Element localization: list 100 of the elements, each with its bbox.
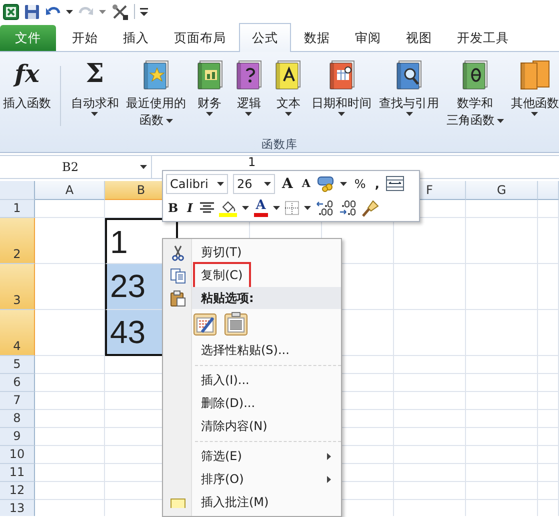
paste-values-icon[interactable] (224, 312, 248, 336)
table-cell[interactable] (394, 464, 466, 482)
ribbon-button[interactable]: 查找与引用 (379, 56, 440, 133)
table-cell[interactable] (538, 428, 559, 446)
caret-icon[interactable] (272, 206, 280, 210)
ribbon-tab[interactable]: 开始 (60, 25, 110, 51)
row-header[interactable]: 2 (0, 218, 35, 264)
table-cell[interactable] (466, 356, 538, 374)
menu-item[interactable]: 排序(O) (163, 468, 341, 491)
ribbon-tab[interactable]: 开发工具 (445, 25, 521, 51)
ribbon-button[interactable]: 日期和时间 (312, 56, 372, 133)
align-center-icon[interactable] (200, 202, 214, 214)
ribbon-tab[interactable]: 视图 (394, 25, 444, 51)
ribbon-button[interactable]: 逻辑 (232, 56, 265, 133)
table-cell[interactable] (466, 482, 538, 500)
row-header[interactable]: 3 (0, 264, 35, 310)
table-cell[interactable] (394, 410, 466, 428)
ribbon-button[interactable]: Σ 自动求和 (70, 56, 119, 133)
row-header[interactable]: 5 (0, 356, 35, 374)
table-cell[interactable] (394, 264, 466, 310)
ribbon-button[interactable]: 财务 (194, 56, 226, 133)
row-header[interactable]: 7 (0, 392, 35, 410)
ribbon-tab[interactable]: 插入 (111, 25, 161, 51)
row-header[interactable]: 9 (0, 428, 35, 446)
table-cell[interactable] (538, 482, 559, 500)
table-cell[interactable] (466, 374, 538, 392)
caret-icon[interactable] (242, 206, 249, 210)
customize-icon[interactable] (140, 8, 148, 16)
row-header[interactable]: 6 (0, 374, 35, 392)
menu-item[interactable]: 删除(D)... (163, 392, 341, 415)
ribbon-button[interactable]: fx 插入函数 (3, 56, 51, 133)
table-cell[interactable] (394, 482, 466, 500)
row-header[interactable]: 11 (0, 464, 35, 482)
increase-decimal-icon[interactable] (316, 200, 334, 216)
fill-color-icon[interactable] (218, 199, 237, 218)
table-cell[interactable] (466, 464, 538, 482)
ribbon-button[interactable]: 文本 (272, 56, 304, 133)
spreadsheet-icon[interactable] (3, 4, 19, 20)
caret-icon[interactable] (340, 182, 348, 186)
row-header[interactable]: 4 (0, 310, 35, 356)
table-cell[interactable] (35, 392, 105, 410)
font-color-button[interactable]: A (254, 199, 268, 218)
percent-button[interactable]: % (352, 176, 368, 192)
row-header[interactable]: 12 (0, 482, 35, 500)
ribbon-tab[interactable]: 公式 (239, 23, 291, 52)
table-cell[interactable] (538, 446, 559, 464)
table-cell[interactable] (466, 264, 538, 310)
table-cell[interactable] (538, 218, 559, 264)
save-icon[interactable] (24, 4, 40, 20)
table-cell[interactable] (466, 446, 538, 464)
name-box[interactable]: B2 (0, 156, 152, 178)
table-cell[interactable] (35, 446, 105, 464)
bold-button[interactable]: B (166, 200, 180, 216)
row-header[interactable]: 8 (0, 410, 35, 428)
table-cell[interactable] (466, 200, 538, 218)
row-header[interactable]: 1 (0, 200, 35, 218)
column-header[interactable]: A (35, 181, 105, 200)
table-cell[interactable] (538, 410, 559, 428)
menu-item[interactable]: 插入批注(M) (163, 491, 341, 514)
table-cell[interactable] (466, 392, 538, 410)
shrink-font-button[interactable]: A (300, 176, 312, 192)
italic-button[interactable]: I (185, 200, 195, 216)
table-cell[interactable] (394, 310, 466, 356)
table-cell[interactable] (35, 464, 105, 482)
table-cell[interactable] (466, 410, 538, 428)
table-cell[interactable] (538, 356, 559, 374)
table-cell[interactable] (466, 218, 538, 264)
table-cell[interactable] (466, 310, 538, 356)
row-header[interactable]: 13 (0, 500, 35, 516)
font-size-field[interactable]: 26 (233, 174, 275, 194)
table-cell[interactable] (538, 392, 559, 410)
table-cell[interactable] (35, 374, 105, 392)
ribbon-tab[interactable]: 审阅 (343, 25, 393, 51)
menu-item[interactable]: 插入(I)... (163, 369, 341, 392)
format-painter-icon[interactable] (362, 199, 380, 218)
column-header[interactable]: G (466, 181, 538, 200)
decrease-decimal-icon[interactable] (338, 200, 357, 216)
table-cell[interactable] (538, 264, 559, 310)
table-cell[interactable] (538, 374, 559, 392)
borders-icon[interactable] (284, 201, 299, 216)
ribbon-button[interactable]: 其他函数 (510, 56, 559, 133)
table-cell[interactable] (394, 392, 466, 410)
table-cell[interactable] (538, 310, 559, 356)
table-cell[interactable] (394, 428, 466, 446)
table-cell[interactable] (35, 356, 105, 374)
table-cell[interactable] (394, 446, 466, 464)
paste-formatting-icon[interactable] (193, 312, 217, 336)
currency-icon[interactable] (317, 176, 336, 192)
ribbon-tab[interactable]: 页面布局 (162, 25, 238, 51)
caret-icon[interactable] (66, 10, 73, 14)
comma-button[interactable]: , (372, 176, 382, 192)
table-cell[interactable] (466, 428, 538, 446)
tools-icon[interactable] (111, 2, 129, 20)
ribbon-tab[interactable]: 数据 (292, 25, 342, 51)
grow-font-button[interactable]: A (280, 176, 295, 192)
menu-item[interactable]: 清除内容(N) (163, 415, 341, 438)
menu-item[interactable]: 筛选(E) (163, 445, 341, 468)
file-tab[interactable]: 文件 (0, 25, 56, 51)
table-cell[interactable] (35, 200, 105, 218)
table-cell[interactable] (538, 200, 559, 218)
